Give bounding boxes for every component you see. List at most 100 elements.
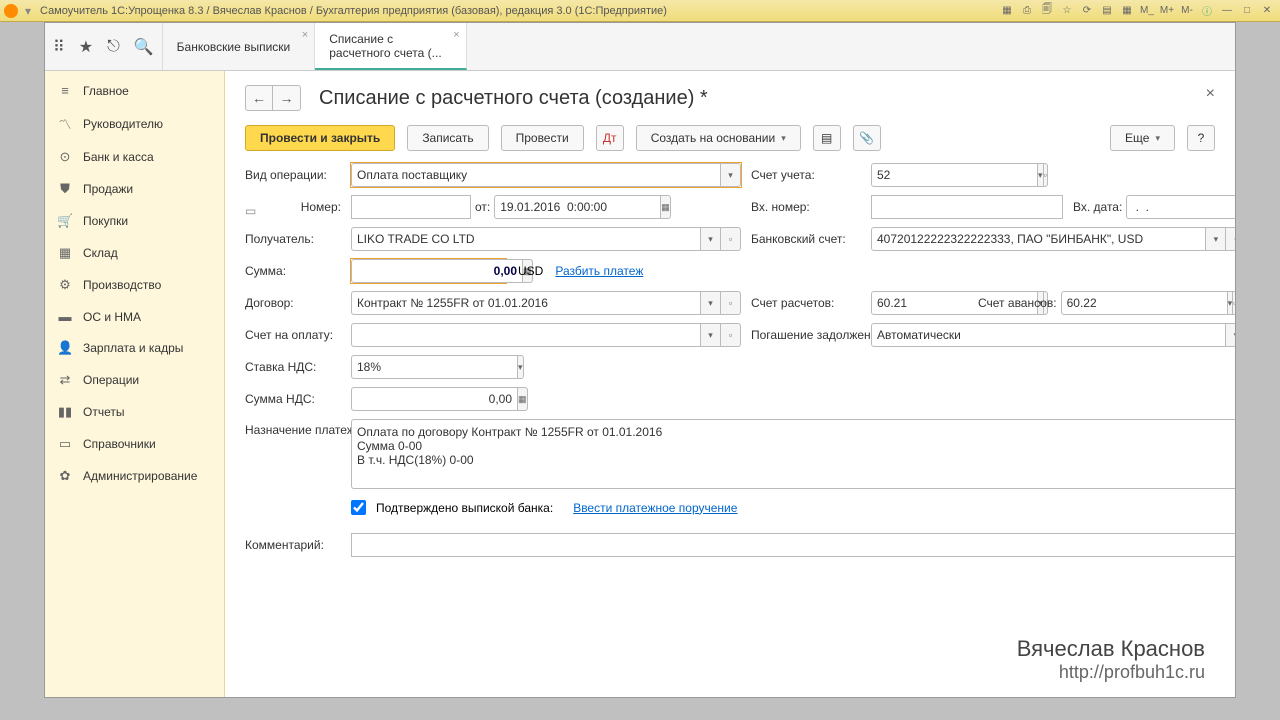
label-from: от: — [475, 200, 490, 214]
vat-rate-input[interactable] — [351, 355, 518, 379]
nav-assets[interactable]: ▬ОС и НМА — [45, 301, 224, 332]
debt-input[interactable] — [871, 323, 1226, 347]
nav-manager[interactable]: 〽Руководителю — [45, 106, 224, 141]
report-icon-button[interactable]: ▤ — [813, 125, 841, 151]
nav-main[interactable]: ≡Главное — [45, 75, 224, 106]
save-button[interactable]: Записать — [407, 125, 488, 151]
nav-warehouse[interactable]: ▦Склад — [45, 237, 224, 269]
date-input[interactable] — [494, 195, 661, 219]
tb-icon[interactable]: ⎙ — [1018, 3, 1036, 19]
currency-label: USD — [518, 264, 543, 278]
star-icon[interactable]: ★ — [79, 37, 93, 57]
amount-input[interactable] — [351, 259, 523, 283]
search-icon[interactable]: 🔍 — [134, 37, 154, 57]
tb-icon[interactable]: ☆ — [1058, 3, 1076, 19]
invoice-input[interactable] — [351, 323, 701, 347]
more-button[interactable]: Еще — [1110, 125, 1175, 151]
close-icon[interactable]: ✕ — [1258, 3, 1276, 19]
dropdown-icon[interactable]: ▾ — [518, 355, 524, 379]
maximize-icon[interactable]: □ — [1238, 3, 1256, 19]
tb-icon[interactable]: ▤ — [1098, 3, 1116, 19]
tb-icon[interactable]: ▦ — [1118, 3, 1136, 19]
in-number-input[interactable] — [871, 195, 1063, 219]
tab-writeoff[interactable]: Списание с расчетного счета (... × — [315, 23, 466, 70]
apps-icon[interactable]: ⠿ — [53, 37, 65, 57]
nav-hr[interactable]: 👤Зарплата и кадры — [45, 332, 224, 364]
tab-bank-statements[interactable]: Банковские выписки × — [163, 23, 316, 70]
cart-icon: 🛒 — [57, 213, 73, 229]
label-comment: Комментарий: — [245, 538, 341, 552]
advance-acc-input[interactable] — [1061, 291, 1228, 315]
open-icon[interactable]: ▫ — [721, 227, 741, 251]
box-icon: ▦ — [57, 245, 73, 261]
gear-icon: ⚙ — [57, 277, 73, 293]
label-bank-account: Банковский счет: — [751, 232, 861, 246]
purpose-textarea[interactable] — [351, 419, 1235, 489]
dt-kt-button[interactable]: Дт — [596, 125, 624, 151]
close-tab-icon[interactable]: × — [302, 29, 308, 41]
page-title: Списание с расчетного счета (создание) * — [319, 87, 708, 110]
account-input[interactable] — [871, 163, 1038, 187]
nav-bank[interactable]: ⊙Банк и касса — [45, 141, 224, 173]
info-icon[interactable]: ⓘ — [1198, 3, 1216, 19]
nav-purchases[interactable]: 🛒Покупки — [45, 205, 224, 237]
menu-icon: ≡ — [57, 83, 73, 98]
nav-admin[interactable]: ✿Администрирование — [45, 460, 224, 492]
dropdown-icon[interactable]: ▾ — [721, 163, 741, 187]
dropdown-icon[interactable]: ▾ — [1206, 227, 1226, 251]
help-button[interactable]: ? — [1187, 125, 1215, 151]
contract-input[interactable] — [351, 291, 701, 315]
nav-back-button[interactable]: ← — [245, 85, 273, 111]
comment-input[interactable] — [351, 533, 1235, 557]
tb-icon[interactable]: ▦ — [998, 3, 1016, 19]
bars-icon: ▮▮ — [57, 404, 73, 420]
dropdown-icon[interactable]: ▾ — [1226, 323, 1235, 347]
nav-sidebar: ≡Главное 〽Руководителю ⊙Банк и касса ⛊Пр… — [45, 71, 225, 697]
nav-forward-button[interactable]: → — [273, 85, 301, 111]
dropdown-icon[interactable]: ▾ — [701, 291, 721, 315]
tb-icon[interactable]: 🗐 — [1038, 3, 1056, 19]
minimize-icon[interactable]: — — [1218, 3, 1236, 19]
open-icon[interactable]: ▫ — [721, 291, 741, 315]
open-icon[interactable]: ▫ — [721, 323, 741, 347]
content-area: × ← → Списание с расчетного счета (созда… — [225, 71, 1235, 697]
label-vat-amount: Сумма НДС: — [245, 392, 341, 406]
tb-icon[interactable]: M- — [1178, 3, 1196, 19]
tb-icon[interactable]: M_ — [1138, 3, 1156, 19]
nav-sales[interactable]: ⛊Продажи — [45, 173, 224, 205]
create-based-button[interactable]: Создать на основании — [636, 125, 801, 151]
history-icon[interactable]: ⎋ — [107, 38, 120, 56]
op-type-input[interactable] — [351, 163, 721, 187]
tb-icon[interactable]: ⟳ — [1078, 3, 1096, 19]
close-form-icon[interactable]: × — [1206, 85, 1215, 103]
label-op-type: Вид операции: — [245, 168, 341, 182]
enter-order-link[interactable]: Ввести платежное поручение — [573, 501, 737, 515]
nav-operations[interactable]: ⇄Операции — [45, 364, 224, 396]
confirmed-checkbox[interactable] — [351, 500, 366, 515]
split-payment-link[interactable]: Разбить платеж — [555, 264, 643, 278]
in-date-input[interactable] — [1126, 195, 1235, 219]
open-icon[interactable]: ▫ — [1044, 163, 1048, 187]
recipient-input[interactable] — [351, 227, 701, 251]
post-button[interactable]: Провести — [501, 125, 584, 151]
attach-icon-button[interactable]: 📎 — [853, 125, 881, 151]
vat-amount-input[interactable] — [351, 387, 518, 411]
app-menu-dropdown[interactable]: ▾ — [22, 5, 34, 17]
calc-icon[interactable]: ▦ — [518, 387, 528, 411]
label-purpose: Назначение платежа: — [245, 419, 341, 437]
number-input[interactable] — [351, 195, 471, 219]
bank-account-input[interactable] — [871, 227, 1206, 251]
label-debt: Погашение задолженности: — [751, 328, 861, 342]
post-close-button[interactable]: Провести и закрыть — [245, 125, 395, 151]
open-icon[interactable]: ▫ — [1233, 291, 1235, 315]
app-logo-icon — [4, 4, 18, 18]
nav-reports[interactable]: ▮▮Отчеты — [45, 396, 224, 428]
dropdown-icon[interactable]: ▾ — [701, 323, 721, 347]
close-tab-icon[interactable]: × — [453, 29, 459, 41]
nav-production[interactable]: ⚙Производство — [45, 269, 224, 301]
calendar-icon[interactable]: ▦ — [661, 195, 671, 219]
nav-catalogs[interactable]: ▭Справочники — [45, 428, 224, 460]
tb-icon[interactable]: M+ — [1158, 3, 1176, 19]
dropdown-icon[interactable]: ▾ — [701, 227, 721, 251]
open-icon[interactable]: ▫ — [1226, 227, 1235, 251]
